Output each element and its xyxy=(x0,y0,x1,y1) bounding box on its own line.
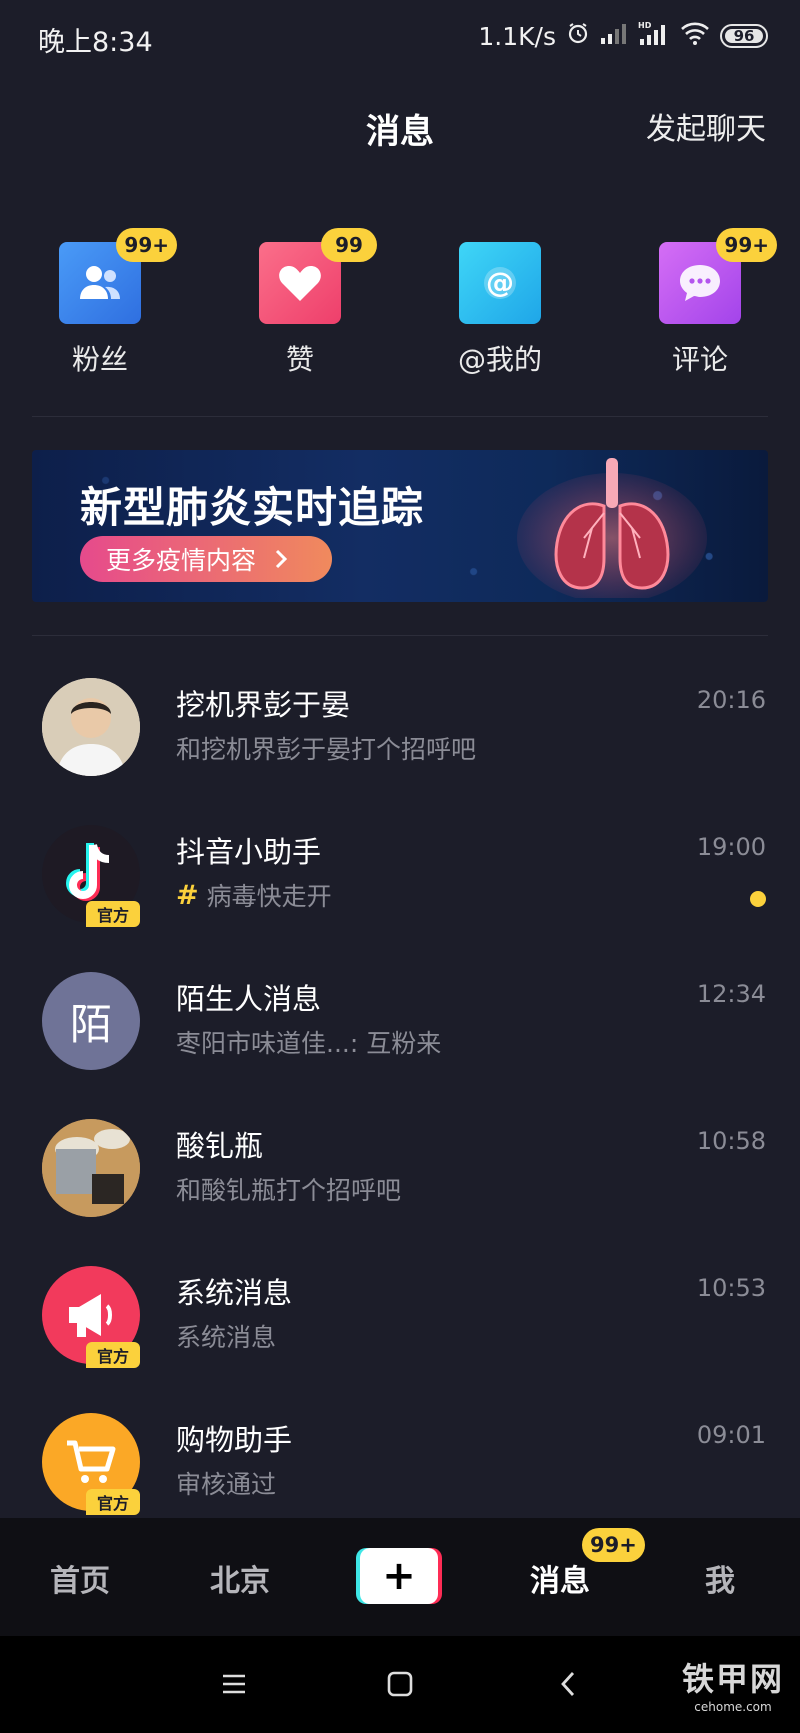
back-icon[interactable] xyxy=(548,1664,588,1704)
message-time: 10:58 xyxy=(696,1127,766,1155)
message-name: 酸钆瓶 xyxy=(176,1129,264,1163)
svg-text:HD: HD xyxy=(638,21,652,30)
hashtag-icon: # xyxy=(176,879,199,911)
battery-level: 96 xyxy=(733,27,755,45)
comments-entry[interactable]: 99+ 评论 xyxy=(630,228,777,378)
message-item-system[interactable]: 官方 系统消息 系统消息 10:53 xyxy=(0,1258,800,1378)
message-preview-text: 病毒快走开 xyxy=(206,882,332,911)
messages-screen: 晚上8:34 1.1K/s HD 96 消息 发起聊天 99+ 粉丝 99 赞 … xyxy=(0,0,800,1733)
banner-more-button[interactable]: 更多疫情内容 xyxy=(80,536,332,582)
fans-label: 粉丝 xyxy=(71,343,128,376)
quick-entries: 99+ 粉丝 99 赞 @ @我的 99+ 评论 xyxy=(0,228,800,380)
hd-signal-icon: HD xyxy=(638,20,670,52)
avatar xyxy=(42,1119,140,1217)
message-name: 购物助手 xyxy=(176,1423,293,1457)
divider xyxy=(32,635,768,636)
fans-badge: 99+ xyxy=(116,228,177,262)
comments-label: 评论 xyxy=(671,343,728,376)
messages-tab-badge: 99+ xyxy=(582,1528,645,1562)
mentions-label: @我的 xyxy=(457,343,542,376)
message-time: 20:16 xyxy=(696,686,766,714)
home-square-icon[interactable] xyxy=(380,1664,420,1704)
message-preview: 枣阳市味道佳...: 互粉来 xyxy=(176,1024,441,1060)
fans-icon: 99+ xyxy=(59,228,177,324)
message-preview: 审核通过 xyxy=(176,1465,276,1501)
message-time: 09:01 xyxy=(696,1421,766,1449)
message-item-wajijie[interactable]: 挖机界彭于晏 和挖机界彭于晏打个招呼吧 20:16 xyxy=(0,670,800,790)
start-chat-button[interactable]: 发起聊天 xyxy=(646,104,766,148)
banner-title: 新型肺炎实时追踪 xyxy=(80,483,425,532)
watermark-sub: cehome.com xyxy=(694,1700,772,1714)
message-preview: 系统消息 xyxy=(176,1318,276,1354)
message-item-shopping[interactable]: 官方 购物助手 审核通过 09:01 xyxy=(0,1405,800,1525)
unread-dot xyxy=(750,891,766,907)
message-item-suanjiaping[interactable]: 酸钆瓶 和酸钆瓶打个招呼吧 10:58 xyxy=(0,1111,800,1231)
signal-icon xyxy=(600,22,628,51)
avatar xyxy=(42,678,140,776)
create-button[interactable]: + xyxy=(356,1548,442,1604)
message-name: 挖机界彭于晏 xyxy=(176,688,351,722)
official-tag: 官方 xyxy=(86,901,140,927)
epidemic-banner[interactable]: 新型肺炎实时追踪 更多疫情内容 xyxy=(32,450,768,602)
message-preview-text: 系统消息 xyxy=(176,1323,277,1352)
network-speed: 1.1K/s xyxy=(478,21,556,51)
lungs-icon xyxy=(517,458,707,598)
status-time: 晚上8:34 xyxy=(38,27,153,58)
message-item-douyin-assistant[interactable]: 官方 抖音小助手 # 病毒快走开 19:00 xyxy=(0,817,800,937)
header: 消息 发起聊天 xyxy=(0,90,800,160)
likes-label: 赞 xyxy=(285,343,314,376)
tab-home[interactable]: 首页 xyxy=(50,1556,110,1600)
divider xyxy=(32,416,768,417)
at-icon: @ xyxy=(459,242,541,324)
tab-me[interactable]: 我 xyxy=(705,1556,735,1600)
alarm-icon xyxy=(566,21,590,51)
message-preview-text: 和酸钆瓶打个招呼吧 xyxy=(176,1176,402,1205)
comment-icon: 99+ xyxy=(659,228,777,324)
mentions-entry[interactable]: @ @我的 xyxy=(430,230,570,378)
watermark-logo: 铁甲网 cehome.com xyxy=(678,1654,788,1714)
svg-text:@: @ xyxy=(486,266,514,299)
message-name: 陌生人消息 xyxy=(176,982,322,1016)
fans-entry[interactable]: 99+ 粉丝 xyxy=(30,228,177,378)
comments-badge: 99+ xyxy=(716,228,777,262)
message-preview: # 病毒快走开 xyxy=(176,877,332,913)
message-time: 19:00 xyxy=(696,833,766,861)
menu-icon[interactable] xyxy=(214,1664,254,1704)
likes-entry[interactable]: 99 赞 xyxy=(230,228,377,378)
message-preview: 和挖机界彭于晏打个招呼吧 xyxy=(176,730,476,766)
message-item-strangers[interactable]: 陌 陌生人消息 枣阳市味道佳...: 互粉来 12:34 xyxy=(0,964,800,1084)
status-bar: 晚上8:34 1.1K/s HD 96 xyxy=(0,0,800,74)
wifi-icon xyxy=(680,21,710,51)
message-preview-text: 审核通过 xyxy=(176,1470,277,1499)
battery-icon: 96 xyxy=(720,24,768,48)
message-name: 抖音小助手 xyxy=(176,835,322,869)
status-indicators: 1.1K/s HD 96 xyxy=(478,18,768,54)
heart-icon: 99 xyxy=(259,228,377,324)
message-time: 10:53 xyxy=(696,1274,766,1302)
tab-city[interactable]: 北京 xyxy=(210,1556,270,1600)
bottom-tab-bar: 首页 北京 + 消息 99+ 我 xyxy=(0,1518,800,1636)
banner-button-label: 更多疫情内容 xyxy=(106,546,257,575)
message-preview-text: 和挖机界彭于晏打个招呼吧 xyxy=(176,735,477,764)
message-preview-text: 枣阳市味道佳...: 互粉来 xyxy=(176,1029,442,1058)
message-name: 系统消息 xyxy=(176,1276,293,1310)
tab-messages[interactable]: 消息 xyxy=(530,1556,590,1600)
watermark-main: 铁甲网 xyxy=(681,1660,784,1698)
chevron-right-icon xyxy=(275,549,288,569)
message-preview: 和酸钆瓶打个招呼吧 xyxy=(176,1171,401,1207)
official-tag: 官方 xyxy=(86,1489,140,1515)
likes-badge: 99 xyxy=(321,228,377,262)
plus-icon: + xyxy=(360,1548,438,1604)
official-tag: 官方 xyxy=(86,1342,140,1368)
avatar: 陌 xyxy=(42,972,140,1070)
message-time: 12:34 xyxy=(696,980,766,1008)
